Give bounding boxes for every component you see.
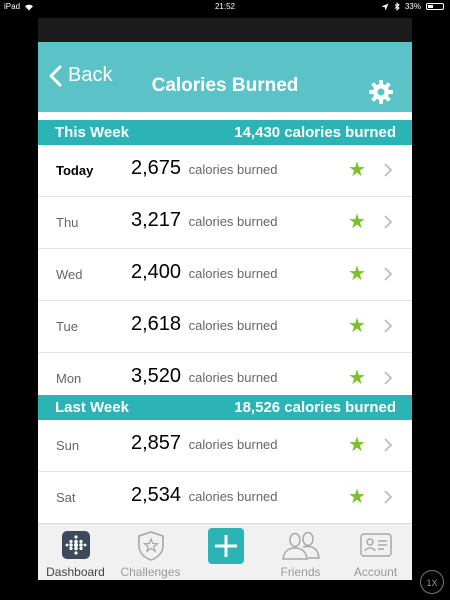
chevron-right-icon [384, 215, 393, 229]
gear-icon [369, 80, 393, 104]
star-icon: ★ [348, 315, 366, 337]
chevron-right-icon [384, 267, 393, 281]
star-icon: ★ [348, 367, 366, 389]
battery-level [428, 5, 433, 8]
calorie-unit: calories burned [188, 489, 278, 504]
calorie-number: 3,520 [131, 365, 182, 387]
app-top-bar [38, 18, 412, 42]
chevron-right-icon [384, 163, 393, 177]
tab-label: Challenges [120, 565, 181, 579]
tab-friends[interactable]: Friends [263, 524, 338, 580]
calorie-unit: calories burned [188, 437, 278, 452]
day-row-tue[interactable]: Tue 2,618 calories burned ★ [38, 301, 412, 353]
chevron-right-icon [384, 371, 393, 385]
friends-icon [281, 531, 320, 560]
star-icon: ★ [348, 263, 366, 285]
calorie-value: 2,675 calories burned [131, 157, 278, 180]
calorie-value: 2,534 calories burned [131, 484, 278, 507]
zoom-toggle-button[interactable]: 1X [420, 570, 444, 594]
calorie-number: 2,675 [131, 157, 182, 179]
calorie-value: 3,520 calories burned [131, 365, 278, 388]
nav-divider [38, 112, 412, 120]
tab-bar: Dashboard Challenges Friends Account [38, 523, 412, 580]
tab-account[interactable]: Account [338, 524, 412, 580]
section-title: This Week [55, 124, 129, 141]
battery-percent: 33% [404, 2, 421, 11]
day-row-today[interactable]: Today 2,675 calories burned ★ [38, 145, 412, 197]
calorie-value: 2,618 calories burned [131, 313, 278, 336]
calorie-number: 3,217 [131, 209, 182, 231]
calorie-value: 2,857 calories burned [131, 432, 278, 455]
day-row-thu[interactable]: Thu 3,217 calories burned ★ [38, 197, 412, 249]
calorie-unit: calories burned [188, 214, 278, 229]
page-title: Calories Burned [151, 75, 299, 96]
tab-challenges[interactable]: Challenges [113, 524, 188, 580]
tab-label: Account [353, 565, 398, 579]
section-total: 14,430 calories burned [234, 124, 396, 141]
calorie-number: 2,400 [131, 261, 182, 283]
chevron-right-icon [384, 319, 393, 333]
tab-add[interactable] [188, 524, 263, 580]
day-label: Tue [56, 319, 78, 334]
day-label: Thu [56, 215, 79, 230]
day-label: Today [56, 163, 94, 178]
calorie-value: 2,400 calories burned [131, 261, 278, 284]
day-label: Sat [56, 490, 76, 505]
bluetooth-icon [394, 2, 400, 11]
nav-bar: Back Calories Burned [38, 42, 412, 112]
location-icon [381, 3, 389, 10]
day-row-wed[interactable]: Wed 2,400 calories burned ★ [38, 249, 412, 301]
calorie-unit: calories burned [188, 266, 278, 281]
day-label: Mon [56, 371, 82, 386]
tab-label: Dashboard [46, 565, 105, 579]
star-icon: ★ [348, 159, 366, 181]
section-header-last-week: Last Week 18,526 calories burned [38, 395, 412, 420]
status-right: 33% [381, 2, 444, 11]
section-title: Last Week [55, 399, 129, 416]
chevron-right-icon [384, 490, 393, 504]
star-icon: ★ [348, 486, 366, 508]
calorie-value: 3,217 calories burned [131, 209, 278, 232]
challenges-icon [137, 531, 164, 561]
star-icon: ★ [348, 434, 366, 456]
section-total: 18,526 calories burned [234, 399, 396, 416]
day-label: Sun [56, 438, 80, 453]
calorie-unit: calories burned [188, 162, 278, 177]
calorie-number: 2,618 [131, 313, 182, 335]
chevron-right-icon [384, 438, 393, 452]
settings-button[interactable] [368, 79, 394, 110]
status-bar: iPad 21:52 33% [0, 0, 450, 14]
star-icon: ★ [348, 211, 366, 233]
day-row-sun[interactable]: Sun 2,857 calories burned ★ [38, 420, 412, 472]
section-header-this-week: This Week 14,430 calories burned [38, 120, 412, 145]
battery-icon [426, 3, 444, 10]
add-icon [207, 528, 244, 564]
dashboard-icon [61, 531, 90, 559]
calorie-number: 2,534 [131, 484, 182, 506]
account-icon [359, 533, 392, 557]
tab-label: Friends [280, 565, 321, 579]
day-label: Wed [56, 267, 83, 282]
tab-dashboard[interactable]: Dashboard [38, 524, 113, 580]
calorie-unit: calories burned [188, 370, 278, 385]
calorie-unit: calories burned [188, 318, 278, 333]
day-row-sat[interactable]: Sat 2,534 calories burned ★ [38, 472, 412, 524]
app-screen: Back Calories Burned This Week 14,430 ca… [38, 18, 412, 580]
calorie-number: 2,857 [131, 432, 182, 454]
